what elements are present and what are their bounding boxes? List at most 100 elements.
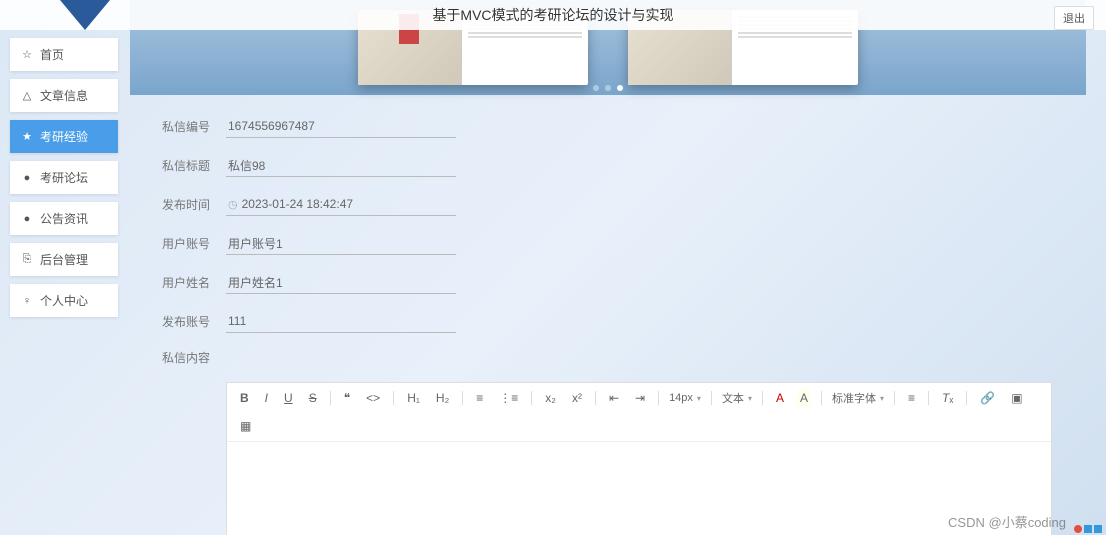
- bold-button[interactable]: B: [237, 389, 252, 407]
- quote-button[interactable]: ❝: [341, 389, 353, 407]
- underline-button[interactable]: U: [281, 389, 296, 407]
- text-style-select[interactable]: 文本 ▾: [722, 390, 752, 406]
- link-button[interactable]: 🔗: [977, 389, 998, 407]
- strikethrough-button[interactable]: S: [306, 389, 320, 407]
- field-label: 私信标题: [154, 157, 210, 174]
- page-title: 基于MVC模式的考研论坛的设计与实现: [432, 5, 673, 25]
- code-button[interactable]: <>: [363, 389, 383, 407]
- toolbar-separator: [462, 391, 463, 405]
- circle-icon: ●: [20, 172, 34, 184]
- publisher-account-input[interactable]: [228, 314, 454, 328]
- form-row-content: 私信内容: [154, 349, 1062, 366]
- h2-button[interactable]: H₂: [433, 389, 452, 407]
- message-id-input[interactable]: [228, 119, 454, 133]
- sidebar-item-experience[interactable]: ★ 考研经验: [10, 120, 118, 153]
- form-row-account: 用户账号: [154, 232, 1062, 255]
- outdent-button[interactable]: ⇥: [632, 389, 648, 407]
- image-button[interactable]: ▣: [1008, 389, 1025, 407]
- chevron-down-icon: ▾: [697, 394, 701, 403]
- ordered-list-button[interactable]: ≡: [473, 389, 486, 407]
- clock-icon: ◷: [228, 198, 238, 211]
- editor-toolbar: B I U S ❝ <> H₁ H₂ ≡ ⋮≡ x₂ x² ⇤ ⇥: [227, 383, 1051, 442]
- carousel-dot[interactable]: [593, 85, 599, 91]
- sidebar-item-label: 后台管理: [40, 251, 88, 268]
- sidebar-item-home[interactable]: ☆ 首页: [10, 38, 118, 71]
- field-label: 发布账号: [154, 313, 210, 330]
- font-family-select[interactable]: 标准字体 ▾: [832, 390, 884, 406]
- toolbar-separator: [821, 391, 822, 405]
- toolbar-separator: [894, 391, 895, 405]
- indent-button[interactable]: ⇤: [606, 389, 622, 407]
- input-wrap: [226, 232, 456, 255]
- h1-button[interactable]: H₁: [404, 389, 423, 407]
- carousel-dots[interactable]: [593, 85, 623, 91]
- field-label: 用户姓名: [154, 274, 210, 291]
- italic-button[interactable]: I: [262, 389, 271, 407]
- input-wrap: [226, 154, 456, 177]
- bg-color-button[interactable]: A: [797, 389, 811, 407]
- carousel-dot[interactable]: [605, 85, 611, 91]
- sidebar-item-label: 考研经验: [40, 128, 88, 145]
- toolbar-separator: [928, 391, 929, 405]
- video-button[interactable]: ▦: [237, 417, 254, 435]
- form-row-title: 私信标题: [154, 154, 1062, 177]
- chevron-down-icon: ▾: [880, 394, 884, 403]
- sidebar-item-label: 文章信息: [40, 87, 88, 104]
- input-wrap: [226, 271, 456, 294]
- main-content: 私信编号 私信标题 发布时间 ◷ 用户账号 用户姓名: [130, 0, 1086, 535]
- field-label: 用户账号: [154, 235, 210, 252]
- corner-icon: [1074, 525, 1082, 533]
- sidebar-item-label: 首页: [40, 46, 64, 63]
- unordered-list-button[interactable]: ⋮≡: [496, 389, 521, 407]
- sidebar-nav: ☆ 首页 △ 文章信息 ★ 考研经验 ● 考研论坛 ● 公告资讯 ⎘ 后台管理 …: [10, 38, 118, 317]
- toolbar-separator: [531, 391, 532, 405]
- star-icon: ★: [20, 130, 34, 143]
- publish-time-input[interactable]: [242, 197, 454, 211]
- sidebar-item-announcements[interactable]: ● 公告资讯: [10, 202, 118, 235]
- chevron-down-icon: ▾: [748, 394, 752, 403]
- corner-widgets: [1074, 525, 1102, 533]
- editor-body[interactable]: [227, 442, 1051, 535]
- field-label: 私信编号: [154, 118, 210, 135]
- input-wrap: ◷: [226, 193, 456, 216]
- message-title-input[interactable]: [228, 158, 454, 172]
- field-label: 发布时间: [154, 196, 210, 213]
- app-header: 基于MVC模式的考研论坛的设计与实现 退出: [0, 0, 1106, 30]
- toolbar-separator: [711, 391, 712, 405]
- input-wrap: [226, 310, 456, 333]
- sidebar-item-label: 公告资讯: [40, 210, 88, 227]
- user-icon: ♀: [20, 295, 34, 307]
- message-form: 私信编号 私信标题 发布时间 ◷ 用户账号 用户姓名: [130, 95, 1086, 535]
- user-account-input[interactable]: [228, 236, 454, 250]
- clear-format-button[interactable]: Tₓ: [939, 389, 956, 407]
- align-button[interactable]: ≡: [905, 389, 918, 407]
- sidebar-item-admin[interactable]: ⎘ 后台管理: [10, 243, 118, 276]
- sidebar-item-profile[interactable]: ♀ 个人中心: [10, 284, 118, 317]
- rich-text-editor: B I U S ❝ <> H₁ H₂ ≡ ⋮≡ x₂ x² ⇤ ⇥: [226, 382, 1052, 535]
- triangle-icon: △: [20, 89, 34, 102]
- sidebar-item-forum[interactable]: ● 考研论坛: [10, 161, 118, 194]
- toolbar-separator: [966, 391, 967, 405]
- header-decoration: [60, 0, 110, 30]
- toolbar-separator: [658, 391, 659, 405]
- superscript-button[interactable]: x²: [569, 389, 585, 407]
- font-size-select[interactable]: 14px ▾: [669, 392, 701, 404]
- sidebar-item-label: 个人中心: [40, 292, 88, 309]
- field-label: 私信内容: [154, 349, 210, 366]
- star-outline-icon: ☆: [20, 48, 34, 61]
- corner-icon: [1084, 525, 1092, 533]
- toolbar-separator: [762, 391, 763, 405]
- subscript-button[interactable]: x₂: [542, 389, 559, 407]
- form-row-name: 用户姓名: [154, 271, 1062, 294]
- font-color-button[interactable]: A: [773, 389, 787, 407]
- logout-button[interactable]: 退出: [1054, 6, 1094, 30]
- corner-icon: [1094, 525, 1102, 533]
- sidebar-item-articles[interactable]: △ 文章信息: [10, 79, 118, 112]
- toolbar-separator: [393, 391, 394, 405]
- form-row-id: 私信编号: [154, 115, 1062, 138]
- carousel-dot-active[interactable]: [617, 85, 623, 91]
- admin-icon: ⎘: [20, 253, 34, 266]
- user-name-input[interactable]: [228, 275, 454, 289]
- input-wrap: [226, 115, 456, 138]
- circle-icon: ●: [20, 213, 34, 225]
